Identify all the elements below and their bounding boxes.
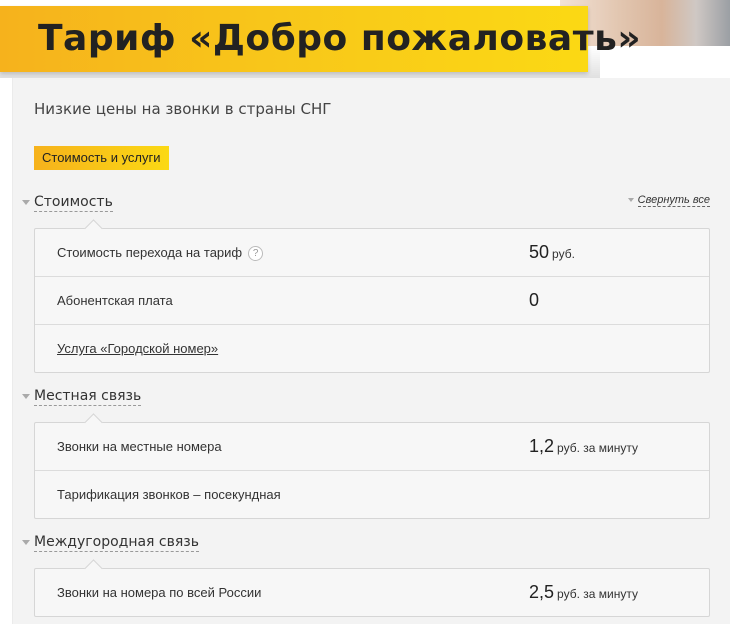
row-value: 1,2 руб. за минуту: [529, 436, 638, 456]
table-row: Звонки на номера по всей России 2,5 руб. …: [35, 569, 709, 616]
page-title: Тариф «Добро пожаловать»: [38, 18, 642, 59]
tab-cost-and-services[interactable]: Стоимость и услуги: [34, 146, 169, 170]
row-label: Звонки на местные номера: [57, 439, 222, 454]
row-label: Стоимость перехода на тариф: [57, 245, 243, 260]
section-card-local: Звонки на местные номера 1,2 руб. за мину…: [34, 422, 710, 519]
row-label: Звонки на номера по всей России: [57, 585, 262, 600]
row-value: 2,5 руб. за минуту: [529, 582, 638, 602]
section-header-local[interactable]: Местная связь: [22, 388, 142, 410]
table-row: Услуга «Городской номер»: [35, 324, 709, 372]
section-header-cost[interactable]: Стоимость: [22, 194, 113, 216]
section-title: Междугородная связь: [34, 534, 199, 552]
table-row: Звонки на местные номера 1,2 руб. за мину…: [35, 423, 709, 470]
row-value: 0: [529, 290, 540, 310]
row-label: Абонентская плата: [57, 293, 173, 308]
collapse-all-link[interactable]: Свернуть все: [627, 194, 710, 207]
row-value: 50 руб.: [529, 242, 575, 262]
section-title: Местная связь: [34, 388, 142, 406]
section-card-cost: Стоимость перехода на тариф? 50 руб. Абон…: [34, 228, 710, 373]
section-title: Стоимость: [34, 194, 113, 212]
section-header-long-distance[interactable]: Междугородная связь: [22, 534, 199, 556]
city-number-service-link[interactable]: Услуга «Городской номер»: [57, 325, 218, 372]
table-row: Абонентская плата 0: [35, 276, 709, 324]
chevron-down-icon: [22, 199, 30, 205]
chevron-down-icon: [627, 198, 634, 203]
table-row: Стоимость перехода на тариф? 50 руб.: [35, 229, 709, 276]
section-card-long-distance: Звонки на номера по всей России 2,5 руб. …: [34, 568, 710, 617]
row-label: Тарификация звонков – посекундная: [57, 487, 281, 502]
chevron-down-icon: [22, 393, 30, 399]
help-icon[interactable]: ?: [248, 246, 264, 262]
tariff-subtitle: Низкие цены на звонки в страны СНГ: [34, 100, 332, 118]
title-banner: Тариф «Добро пожаловать»: [0, 6, 641, 72]
chevron-down-icon: [22, 539, 30, 545]
table-row: Тарификация звонков – посекундная: [35, 470, 709, 518]
